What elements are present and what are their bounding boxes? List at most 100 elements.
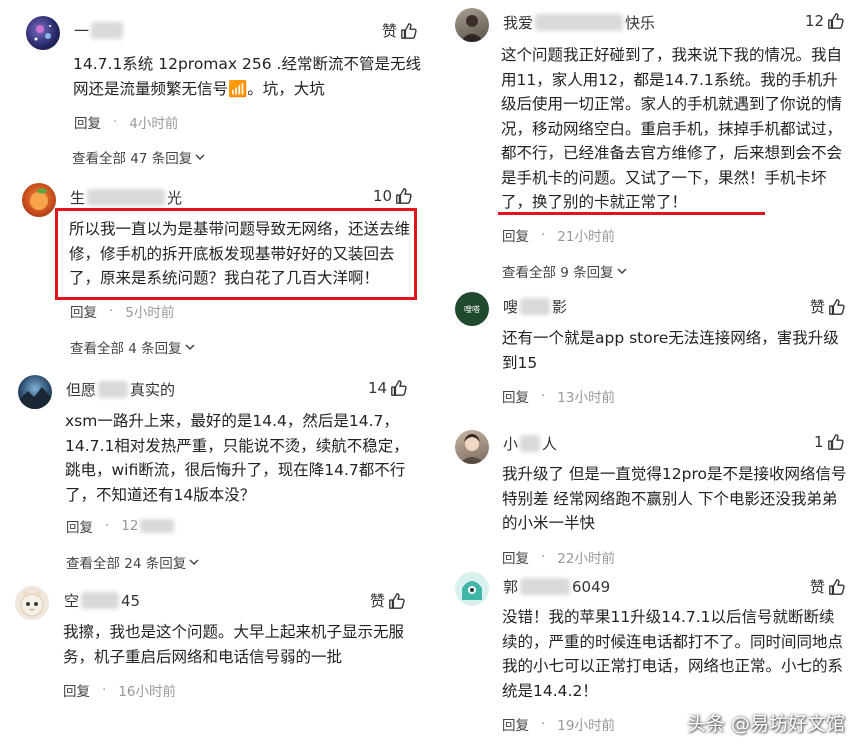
- like-button[interactable]: 赞: [810, 576, 846, 597]
- avatar[interactable]: [26, 16, 60, 50]
- reply-button[interactable]: 回复: [63, 680, 90, 700]
- avatar[interactable]: [22, 183, 56, 217]
- watermark: 头条 @易坊好文馆: [686, 713, 845, 735]
- like-button[interactable]: 12: [805, 12, 845, 30]
- reply-button[interactable]: 回复: [66, 516, 93, 536]
- like-button[interactable]: 1: [814, 433, 845, 451]
- view-all-replies[interactable]: 查看全部 24 条回复: [66, 552, 200, 572]
- redacted-name: [520, 298, 551, 315]
- username[interactable]: 我爱 快乐: [503, 12, 655, 33]
- comment-meta: 回复 · 22小时前: [502, 547, 615, 567]
- avatar-text: 嗖嗒: [464, 304, 480, 314]
- separator-dot: ·: [109, 303, 114, 319]
- like-button[interactable]: 赞: [810, 296, 846, 317]
- avatar[interactable]: [455, 8, 489, 42]
- redacted-name: [520, 578, 571, 595]
- person-avatar-icon: [459, 434, 485, 464]
- like-button[interactable]: 14: [368, 379, 408, 397]
- redacted-name: [87, 189, 166, 206]
- username[interactable]: 小人: [503, 433, 557, 454]
- username[interactable]: 嗖影: [503, 296, 567, 317]
- username-suffix: 快乐: [625, 14, 656, 32]
- username-suffix: 光: [167, 189, 183, 207]
- redacted-name: [98, 381, 129, 398]
- username-suffix: 45: [121, 592, 141, 610]
- comment-text: 我升级了 但是一直觉得12pro是不是接收网络信号特别差 经常网络跑不赢别人 下…: [502, 465, 847, 532]
- timestamp: 19小时前: [557, 718, 615, 734]
- like-button[interactable]: 赞: [370, 590, 406, 611]
- timestamp: 13小时前: [557, 390, 615, 406]
- comment-meta: 回复 · 19小时前: [502, 714, 615, 734]
- highlight-underline: [498, 212, 765, 215]
- username-suffix: 6049: [572, 578, 611, 596]
- comment-meta: 回复 · 13小时前: [502, 386, 615, 406]
- chevron-down-icon: [617, 268, 627, 275]
- avatar[interactable]: [18, 375, 52, 409]
- avatar[interactable]: [455, 572, 489, 606]
- galaxy-avatar-icon: [34, 25, 51, 41]
- avatar[interactable]: 嗖嗒: [455, 292, 489, 326]
- username[interactable]: 空 45: [64, 590, 140, 611]
- username-prefix: 嗖: [503, 298, 519, 316]
- avatar[interactable]: [15, 586, 49, 620]
- comment-text: 还有一个就是app store无法连接网络，害我升级到15: [502, 329, 839, 372]
- view-all-replies[interactable]: 查看全部 4 条回复: [70, 337, 196, 357]
- username-prefix: 小: [503, 435, 519, 453]
- monster-avatar-icon: [462, 581, 482, 600]
- redacted-time: [140, 519, 175, 533]
- like-button[interactable]: 10: [373, 187, 413, 205]
- username[interactable]: 郭 6049: [503, 576, 610, 597]
- cat-avatar-icon: [20, 590, 44, 617]
- username-prefix: 空: [64, 592, 80, 610]
- reply-button[interactable]: 回复: [74, 112, 101, 132]
- view-all-label: 查看全部 9 条回复: [502, 265, 614, 281]
- thumbs-up-icon: [396, 188, 412, 204]
- timestamp: 5小时前: [125, 305, 175, 321]
- username[interactable]: 一: [74, 20, 125, 41]
- username-prefix: 生: [70, 189, 86, 207]
- reply-button[interactable]: 回复: [502, 386, 529, 406]
- separator-dot: ·: [102, 682, 107, 698]
- comment-meta: 回复 · 4小时前: [74, 112, 178, 132]
- comment-text: 14.7.1系统 12promax 256 .经常断流不管是无线网还是流量频繁无…: [73, 55, 421, 98]
- person-avatar-icon: [460, 15, 484, 42]
- view-all-label: 查看全部 47 条回复: [72, 151, 193, 167]
- timestamp: 12: [121, 518, 176, 534]
- separator-dot: ·: [113, 114, 118, 130]
- avatar[interactable]: [455, 430, 489, 464]
- reply-button[interactable]: 回复: [502, 225, 529, 245]
- username-prefix: 但愿: [66, 381, 97, 399]
- separator-dot: ·: [541, 549, 546, 565]
- username[interactable]: 但愿 真实的: [66, 379, 175, 400]
- like-count: 14: [368, 379, 388, 397]
- comment-text: 没错！我的苹果11升级14.7.1以后信号就断断续续的，严重的时候连电话都打不了…: [502, 608, 844, 700]
- reply-button[interactable]: 回复: [502, 547, 529, 567]
- redacted-name: [91, 22, 124, 39]
- view-all-label: 查看全部 24 条回复: [66, 556, 187, 572]
- reply-button[interactable]: 回复: [502, 714, 529, 734]
- thumbs-up-icon: [389, 592, 405, 609]
- username-suffix: 人: [542, 435, 558, 453]
- thumbs-up-icon: [828, 13, 844, 29]
- view-all-replies[interactable]: 查看全部 47 条回复: [72, 147, 206, 167]
- username-prefix: 一: [74, 22, 90, 40]
- comment-meta: 回复 · 21小时前: [502, 225, 615, 245]
- separator-dot: ·: [541, 388, 546, 404]
- like-count: 赞: [382, 22, 398, 40]
- comment-text: 这个问题我正好碰到了，我来说下我的情况。我自用11，家人用12，都是14.7.1…: [501, 46, 843, 211]
- username-suffix: 真实的: [130, 381, 176, 399]
- reply-button[interactable]: 回复: [70, 301, 97, 321]
- redacted-name: [535, 14, 624, 31]
- comment-meta: 回复 · 16小时前: [63, 680, 176, 700]
- comment-text: xsm一路升上来，最好的是14.4，然后是14.7，14.7.1相对发热严重，只…: [65, 412, 409, 504]
- username[interactable]: 生光: [70, 187, 182, 208]
- view-all-replies[interactable]: 查看全部 9 条回复: [502, 261, 628, 281]
- chevron-down-icon: [195, 154, 205, 161]
- comment-text: 我擦，我也是这个问题。大早上起来机子显示无服务，机子重启后网络和电话信号弱的一批: [63, 623, 405, 666]
- like-count: 赞: [370, 592, 386, 610]
- like-button[interactable]: 赞: [382, 20, 418, 41]
- timestamp: 16小时前: [118, 684, 176, 700]
- view-all-label: 查看全部 4 条回复: [70, 341, 182, 357]
- chevron-down-icon: [185, 344, 195, 351]
- redacted-name: [520, 435, 541, 452]
